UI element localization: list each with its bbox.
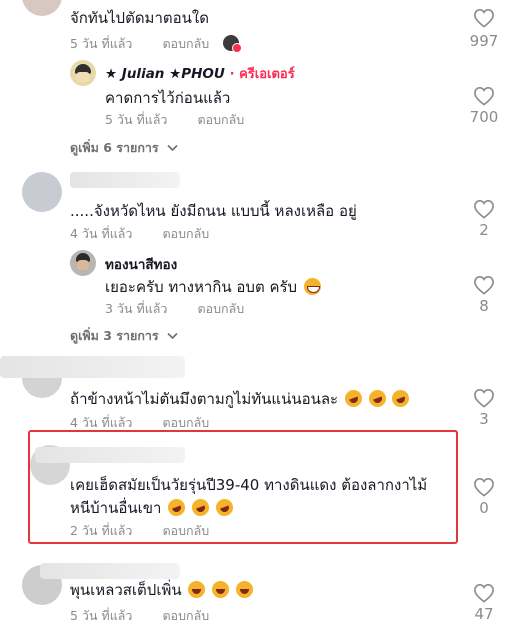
- comment-author-blurred[interactable]: [0, 356, 185, 378]
- heart-outline-icon: [474, 86, 494, 106]
- comment-meta: 5 วัน ที่แล้ว ตอบกลับ: [70, 34, 243, 54]
- rofl-emoji-icon: [165, 496, 188, 519]
- reply-text: คาดการไว้ก่อนแล้ว: [105, 89, 231, 107]
- view-more-replies[interactable]: ดูเพิ่ม 3 รายการ: [70, 326, 178, 346]
- comment-time: 4 วัน ที่แล้ว: [70, 415, 133, 430]
- reply-avatar[interactable]: [70, 60, 96, 86]
- reply-author-name[interactable]: ★ Julian ★PHOU: [105, 66, 225, 82]
- like-button[interactable]: [472, 477, 496, 497]
- heart-outline-icon: [474, 199, 494, 219]
- reply-meta: 3 วัน ที่แล้ว ตอบกลับ: [105, 299, 244, 319]
- laugh-emoji-icon: [212, 581, 230, 598]
- view-more-label: ดูเพิ่ม 3 รายการ: [70, 328, 159, 343]
- heart-outline-icon: [474, 8, 494, 28]
- comment-text: ถ้าข้างหน้าไม่ตันมึงตามกูไม่ทันแน่นอนละ: [70, 387, 412, 411]
- reply-button[interactable]: ตอบกลับ: [197, 301, 244, 316]
- reply-time: 5 วัน ที่แล้ว: [105, 112, 168, 127]
- like-count: 8: [479, 297, 489, 315]
- heart-outline-icon: [474, 388, 494, 408]
- laugh-emoji-icon: [235, 581, 253, 598]
- rofl-emoji-icon: [390, 387, 412, 410]
- heart-outline-icon: [474, 477, 494, 497]
- comment-time: 5 วัน ที่แล้ว: [70, 36, 133, 51]
- comment-time: 4 วัน ที่แล้ว: [70, 226, 133, 241]
- rofl-emoji-icon: [342, 387, 365, 410]
- reply-meta: 5 วัน ที่แล้ว ตอบกลับ: [105, 110, 244, 130]
- like-button[interactable]: [472, 86, 496, 106]
- like-button[interactable]: [472, 275, 496, 295]
- comment-meta: 2 วัน ที่แล้ว ตอบกลับ: [70, 521, 209, 541]
- like-button[interactable]: [472, 199, 496, 219]
- heart-outline-icon: [474, 583, 494, 603]
- view-more-label: ดูเพิ่ม 6 รายการ: [70, 140, 159, 155]
- comment-avatar[interactable]: [22, 172, 62, 212]
- creator-badge: · ครีเอเตอร์: [229, 67, 295, 82]
- comment-meta: 5 วัน ที่แล้ว ตอบกลับ: [70, 606, 209, 626]
- reply-text-content: เยอะครับ ทางหากิน อบต ครับ: [105, 278, 298, 296]
- comment-text-line1: เคยเฮ็ดสมัยเป็นวัยรุ่นปี39-40 ทางดินแดง …: [70, 476, 428, 494]
- reply-button[interactable]: ตอบกลับ: [162, 608, 209, 623]
- like-count: 997: [469, 32, 499, 50]
- rofl-emoji-icon: [213, 496, 236, 519]
- comment-text-content: ถ้าข้างหน้าไม่ตันมึงตามกูไม่ทันแน่นอนละ: [70, 390, 339, 408]
- reply-author[interactable]: ★ Julian ★PHOU · ครีเอเตอร์: [105, 63, 295, 84]
- reply-author-name[interactable]: ทองนาสีทอง: [105, 257, 177, 273]
- like-count: 3: [479, 410, 489, 428]
- reply-avatar[interactable]: [70, 250, 96, 276]
- reply-author[interactable]: ทองนาสีทอง: [105, 253, 177, 275]
- reply-button[interactable]: ตอบกลับ: [162, 226, 209, 241]
- reply-button[interactable]: ตอบกลับ: [197, 112, 244, 127]
- like-button[interactable]: [472, 583, 496, 603]
- comment-author-blurred[interactable]: [40, 563, 180, 579]
- comment-avatar[interactable]: [22, 0, 62, 16]
- comment-meta: 4 วัน ที่แล้ว ตอบกลับ: [70, 224, 209, 244]
- grin-emoji-icon: [303, 278, 321, 295]
- like-count: 700: [469, 108, 499, 126]
- like-count: 47: [474, 605, 494, 623]
- comment-text-content: หนีบ้านอื่นเขา: [70, 499, 162, 517]
- comment-time: 5 วัน ที่แล้ว: [70, 608, 133, 623]
- comment-text: .....จังหวัดไหน ยังมีถนน แบบนี้ หลงเหลือ…: [70, 202, 357, 220]
- laugh-emoji-icon: [188, 581, 206, 598]
- reply-button[interactable]: ตอบกลับ: [162, 523, 209, 538]
- comment-time: 2 วัน ที่แล้ว: [70, 523, 133, 538]
- reply-time: 3 วัน ที่แล้ว: [105, 301, 168, 316]
- comment-author-blurred[interactable]: [35, 447, 185, 463]
- reply-button[interactable]: ตอบกลับ: [162, 36, 209, 51]
- like-count: 2: [479, 221, 489, 239]
- comment-text: พุนเหลวสเต็ปเพิ่น: [70, 578, 253, 602]
- creator-liked-avatar: [223, 35, 243, 53]
- chevron-down-icon: [167, 332, 178, 340]
- reply-text: เยอะครับ ทางหากิน อบต ครับ: [105, 275, 321, 299]
- rofl-emoji-icon: [189, 496, 212, 519]
- comment-text: จักทันไปตัดมาตอนใด: [70, 9, 209, 27]
- rofl-emoji-icon: [366, 387, 389, 410]
- comment-author-blurred[interactable]: [70, 172, 180, 188]
- like-count: 0: [479, 499, 489, 517]
- like-button[interactable]: [472, 8, 496, 28]
- view-more-replies[interactable]: ดูเพิ่ม 6 รายการ: [70, 138, 178, 158]
- heart-outline-icon: [474, 275, 494, 295]
- reply-button[interactable]: ตอบกลับ: [162, 415, 209, 430]
- like-button[interactable]: [472, 388, 496, 408]
- chevron-down-icon: [167, 144, 178, 152]
- comment-text-content: พุนเหลวสเต็ปเพิ่น: [70, 581, 182, 599]
- comment-text-line2: หนีบ้านอื่นเขา: [70, 496, 236, 520]
